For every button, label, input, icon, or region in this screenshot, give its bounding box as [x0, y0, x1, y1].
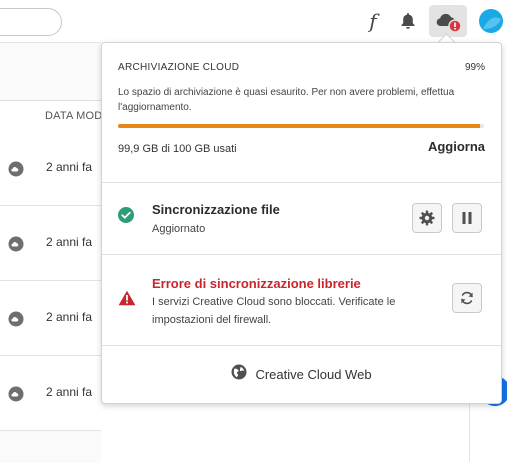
- cloud-icon: [8, 236, 24, 257]
- library-error-title: Errore di sincronizzazione librerie: [152, 276, 361, 291]
- sync-pause-button[interactable]: [452, 203, 482, 233]
- cloud-icon: [8, 161, 24, 182]
- file-sync-section: Sincronizzazione file Aggiornato: [102, 182, 501, 255]
- storage-progress-fill: [118, 124, 481, 128]
- refresh-icon: [461, 291, 473, 305]
- storage-section: ARCHIVIAZIONE CLOUD 99% Lo spazio di arc…: [102, 43, 501, 183]
- table-row[interactable]: 2 anni fa: [0, 356, 101, 431]
- library-error-message: I servizi Creative Cloud sono bloccati. …: [152, 296, 396, 326]
- search-input[interactable]: [0, 8, 62, 36]
- pause-icon: [462, 212, 472, 224]
- table-row[interactable]: 2 anni fa: [0, 281, 101, 356]
- sync-settings-button[interactable]: [412, 203, 442, 233]
- row-date: 2 anni fa: [46, 160, 93, 174]
- creative-cloud-web-link[interactable]: Creative Cloud Web: [102, 345, 501, 403]
- row-date: 2 anni fa: [46, 235, 93, 249]
- storage-percent: 99%: [464, 62, 485, 73]
- table-row[interactable]: 2 anni fa: [0, 206, 101, 281]
- cloud-icon: [8, 386, 24, 407]
- storage-used: 99,9 GB di 100 GB usati: [118, 143, 237, 155]
- storage-message: Lo spazio di archiviazione è quasi esaur…: [118, 87, 455, 113]
- avatar[interactable]: [479, 9, 503, 33]
- storage-title: ARCHIVIAZIONE CLOUD: [118, 62, 240, 73]
- globe-icon: [231, 364, 247, 385]
- table-row[interactable]: 2 anni fa: [0, 131, 101, 206]
- table-header: DATA MOD: [0, 100, 102, 132]
- storage-progress-bar: [118, 124, 484, 128]
- fonts-icon[interactable]: f: [361, 9, 385, 33]
- retry-sync-button[interactable]: [452, 283, 482, 313]
- alert-triangle-icon: [118, 290, 136, 311]
- sync-title: Sincronizzazione file: [152, 202, 280, 217]
- cloud-status-popover: ARCHIVIAZIONE CLOUD 99% Lo spazio di arc…: [101, 42, 502, 404]
- column-header-date[interactable]: DATA MOD: [45, 110, 102, 122]
- creative-cloud-web-label: Creative Cloud Web: [255, 366, 372, 382]
- sync-status: Aggiornato: [152, 223, 206, 235]
- row-date: 2 anni fa: [46, 385, 93, 399]
- web-section: Creative Cloud Web: [102, 345, 501, 403]
- upgrade-button[interactable]: Aggiorna: [428, 139, 485, 154]
- gear-icon: [419, 210, 435, 226]
- library-error-section: Errore di sincronizzazione librerie I se…: [102, 254, 501, 346]
- row-date: 2 anni fa: [46, 310, 93, 324]
- top-bar: f: [0, 0, 507, 42]
- cloud-alert-icon: [436, 13, 462, 33]
- cloud-icon: [8, 311, 24, 332]
- bell-icon[interactable]: [396, 9, 420, 33]
- checkmark-circle-icon: [118, 207, 134, 228]
- cloud-alert-button[interactable]: [429, 5, 467, 37]
